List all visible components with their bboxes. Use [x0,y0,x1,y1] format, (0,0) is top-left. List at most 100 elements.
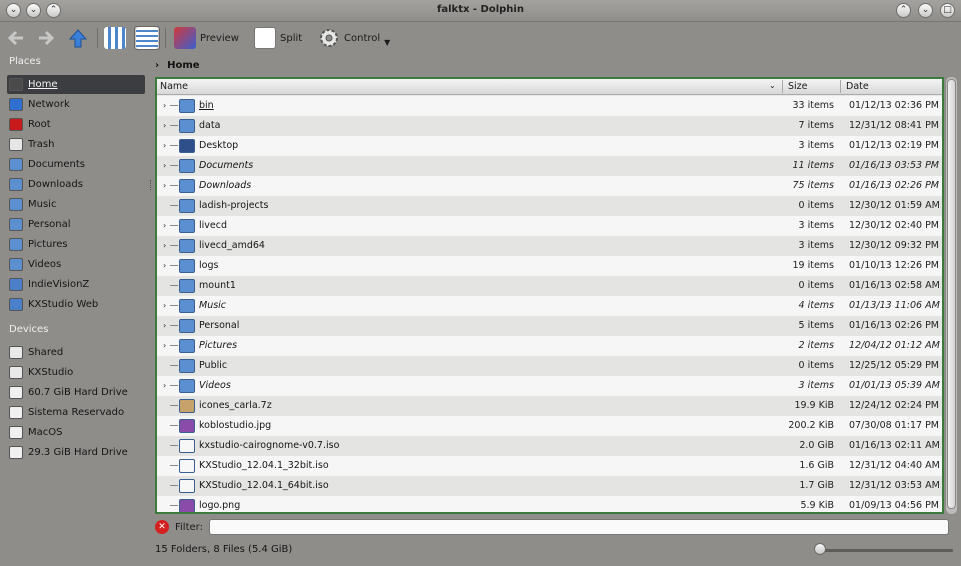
zoom-slider-handle[interactable] [814,543,826,555]
forward-button[interactable] [36,26,56,50]
keep-above-icon[interactable]: ⌃ [896,3,911,18]
expand-chevron-icon[interactable]: › [163,161,166,170]
tree-line [170,185,178,186]
device-item-29-3-gib-hard-drive[interactable]: 29.3 GiB Hard Drive [7,443,145,462]
downloads-folder-icon [9,178,23,191]
filter-input[interactable] [208,519,949,535]
column-header-size[interactable]: Size [788,81,808,92]
file-name: Desktop [199,140,239,151]
expand-chevron-icon[interactable]: › [163,301,166,310]
file-list-view[interactable]: Name ⌄ Size Date › bin 33 items 01/12/13 02… [155,77,944,514]
device-item-shared[interactable]: Shared [7,343,145,362]
column-divider[interactable] [840,80,841,93]
file-row[interactable]: › Desktop 3 items 01/12/13 02:19 PM [157,136,942,156]
places-item-downloads[interactable]: Downloads [7,175,145,194]
places-item-home[interactable]: Home [7,75,145,94]
split-button[interactable]: Split [254,26,302,50]
chevron-right-icon[interactable]: › [155,60,159,71]
places-item-videos[interactable]: Videos [7,255,145,274]
clear-filter-icon[interactable]: ✕ [155,520,169,534]
file-row[interactable]: › logs 19 items 01/10/13 12:26 PM [157,256,942,276]
file-row[interactable]: kxstudio-cairognome-v0.7.iso 2.0 GiB 01/16… [157,436,942,456]
file-row[interactable]: › livecd_amd64 3 items 12/30/12 09:32 PM [157,236,942,256]
details-view-button[interactable] [134,26,160,50]
file-row[interactable]: › livecd 3 items 12/30/12 02:40 PM [157,216,942,236]
places-item-trash[interactable]: Trash [7,135,145,154]
tree-line [170,325,178,326]
file-row[interactable]: icones_carla.7z 19.9 KiB 12/24/12 02:24 PM [157,396,942,416]
expand-chevron-icon[interactable]: › [163,321,166,330]
breadcrumb-home[interactable]: Home [167,60,199,71]
places-item-indievisionz[interactable]: IndieVisionZ [7,275,145,294]
panel-splitter[interactable] [150,180,153,190]
back-button[interactable] [6,26,26,50]
maximize-icon[interactable]: □ [940,3,955,18]
file-row[interactable]: › Music 4 items 01/13/13 11:06 AM [157,296,942,316]
file-row[interactable]: › Documents 11 items 01/16/13 03:53 PM [157,156,942,176]
file-row[interactable]: logo.png 5.9 KiB 01/09/13 04:56 PM [157,496,942,512]
file-row[interactable]: › data 7 items 12/31/12 08:41 PM [157,116,942,136]
folder-icon [179,199,195,213]
expand-chevron-icon[interactable]: › [163,181,166,190]
pictures-folder-icon [179,339,195,353]
places-item-root[interactable]: Root [7,115,145,134]
file-row[interactable]: › Downloads 75 items 01/16/13 02:26 PM [157,176,942,196]
places-item-music[interactable]: Music [7,195,145,214]
file-size: 11 items [792,160,834,171]
file-row[interactable]: › Personal 5 items 01/16/13 02:26 PM [157,316,942,336]
archive-icon [179,399,195,413]
places-item-network[interactable]: Network [7,95,145,114]
file-row[interactable]: Public 0 items 12/25/12 05:29 PM [157,356,942,376]
documents-folder-icon [9,158,23,171]
file-row[interactable]: koblostudio.jpg 200.2 KiB 07/30/08 01:17 P… [157,416,942,436]
column-header-date[interactable]: Date [846,81,869,92]
file-row[interactable]: › bin 33 items 01/12/13 02:36 PM [157,96,942,116]
expand-chevron-icon[interactable]: › [163,341,166,350]
expand-chevron-icon[interactable]: › [163,141,166,150]
device-item-sistema-reservado[interactable]: Sistema Reservado [7,403,145,422]
file-date: 01/12/13 02:19 PM [849,140,940,151]
file-row[interactable]: KXStudio_12.04.1_32bit.iso 1.6 GiB 12/31/1… [157,456,942,476]
device-item-kxstudio[interactable]: KXStudio [7,363,145,382]
device-item-label: Sistema Reservado [28,407,125,418]
file-name: mount1 [199,280,236,291]
preview-icon [174,27,196,49]
sort-chevron-down-icon[interactable]: ⌄ [769,81,776,90]
vertical-scrollbar[interactable] [946,77,957,514]
file-row[interactable]: mount1 0 items 01/16/13 02:58 AM [157,276,942,296]
file-row[interactable]: › Videos 3 items 01/01/13 05:39 AM [157,376,942,396]
up-button[interactable] [67,26,89,50]
column-divider[interactable] [782,80,783,93]
zoom-slider[interactable] [815,549,953,552]
file-row[interactable]: ladish-projects 0 items 12/30/12 01:59 AM [157,196,942,216]
device-item-60-7-gib-hard-drive[interactable]: 60.7 GiB Hard Drive [7,383,145,402]
places-item-pictures[interactable]: Pictures [7,235,145,254]
file-row[interactable]: › Pictures 2 items 12/04/12 01:12 AM [157,336,942,356]
expand-chevron-icon[interactable]: › [163,101,166,110]
control-label: Control [344,32,381,44]
places-item-label: Documents [28,159,86,170]
places-item-label: Videos [28,259,62,270]
device-item-macos[interactable]: MacOS [7,423,145,442]
column-header-name[interactable]: Name [160,81,188,92]
places-item-kxstudio-web[interactable]: KXStudio Web [7,295,145,314]
expand-chevron-icon[interactable]: › [163,241,166,250]
minimize-icon[interactable]: ⌄ [918,3,933,18]
device-item-label: KXStudio [28,367,74,378]
expand-chevron-icon[interactable]: › [163,221,166,230]
tree-line [170,385,178,386]
preview-button[interactable]: Preview [174,26,239,50]
control-button[interactable]: Control ▼ [318,26,390,50]
expand-chevron-icon[interactable]: › [163,121,166,130]
places-item-documents[interactable]: Documents [7,155,145,174]
file-name: Pictures [199,340,238,351]
tree-line [170,405,178,406]
expand-chevron-icon[interactable]: › [163,381,166,390]
places-item-personal[interactable]: Personal [7,215,145,234]
file-name: data [199,120,221,131]
file-row[interactable]: KXStudio_12.04.1_64bit.iso 1.7 GiB 12/31/1… [157,476,942,496]
expand-chevron-icon[interactable]: › [163,261,166,270]
scrollbar-thumb[interactable] [947,79,956,509]
file-name: logs [199,260,219,271]
icons-view-button[interactable] [104,26,126,50]
